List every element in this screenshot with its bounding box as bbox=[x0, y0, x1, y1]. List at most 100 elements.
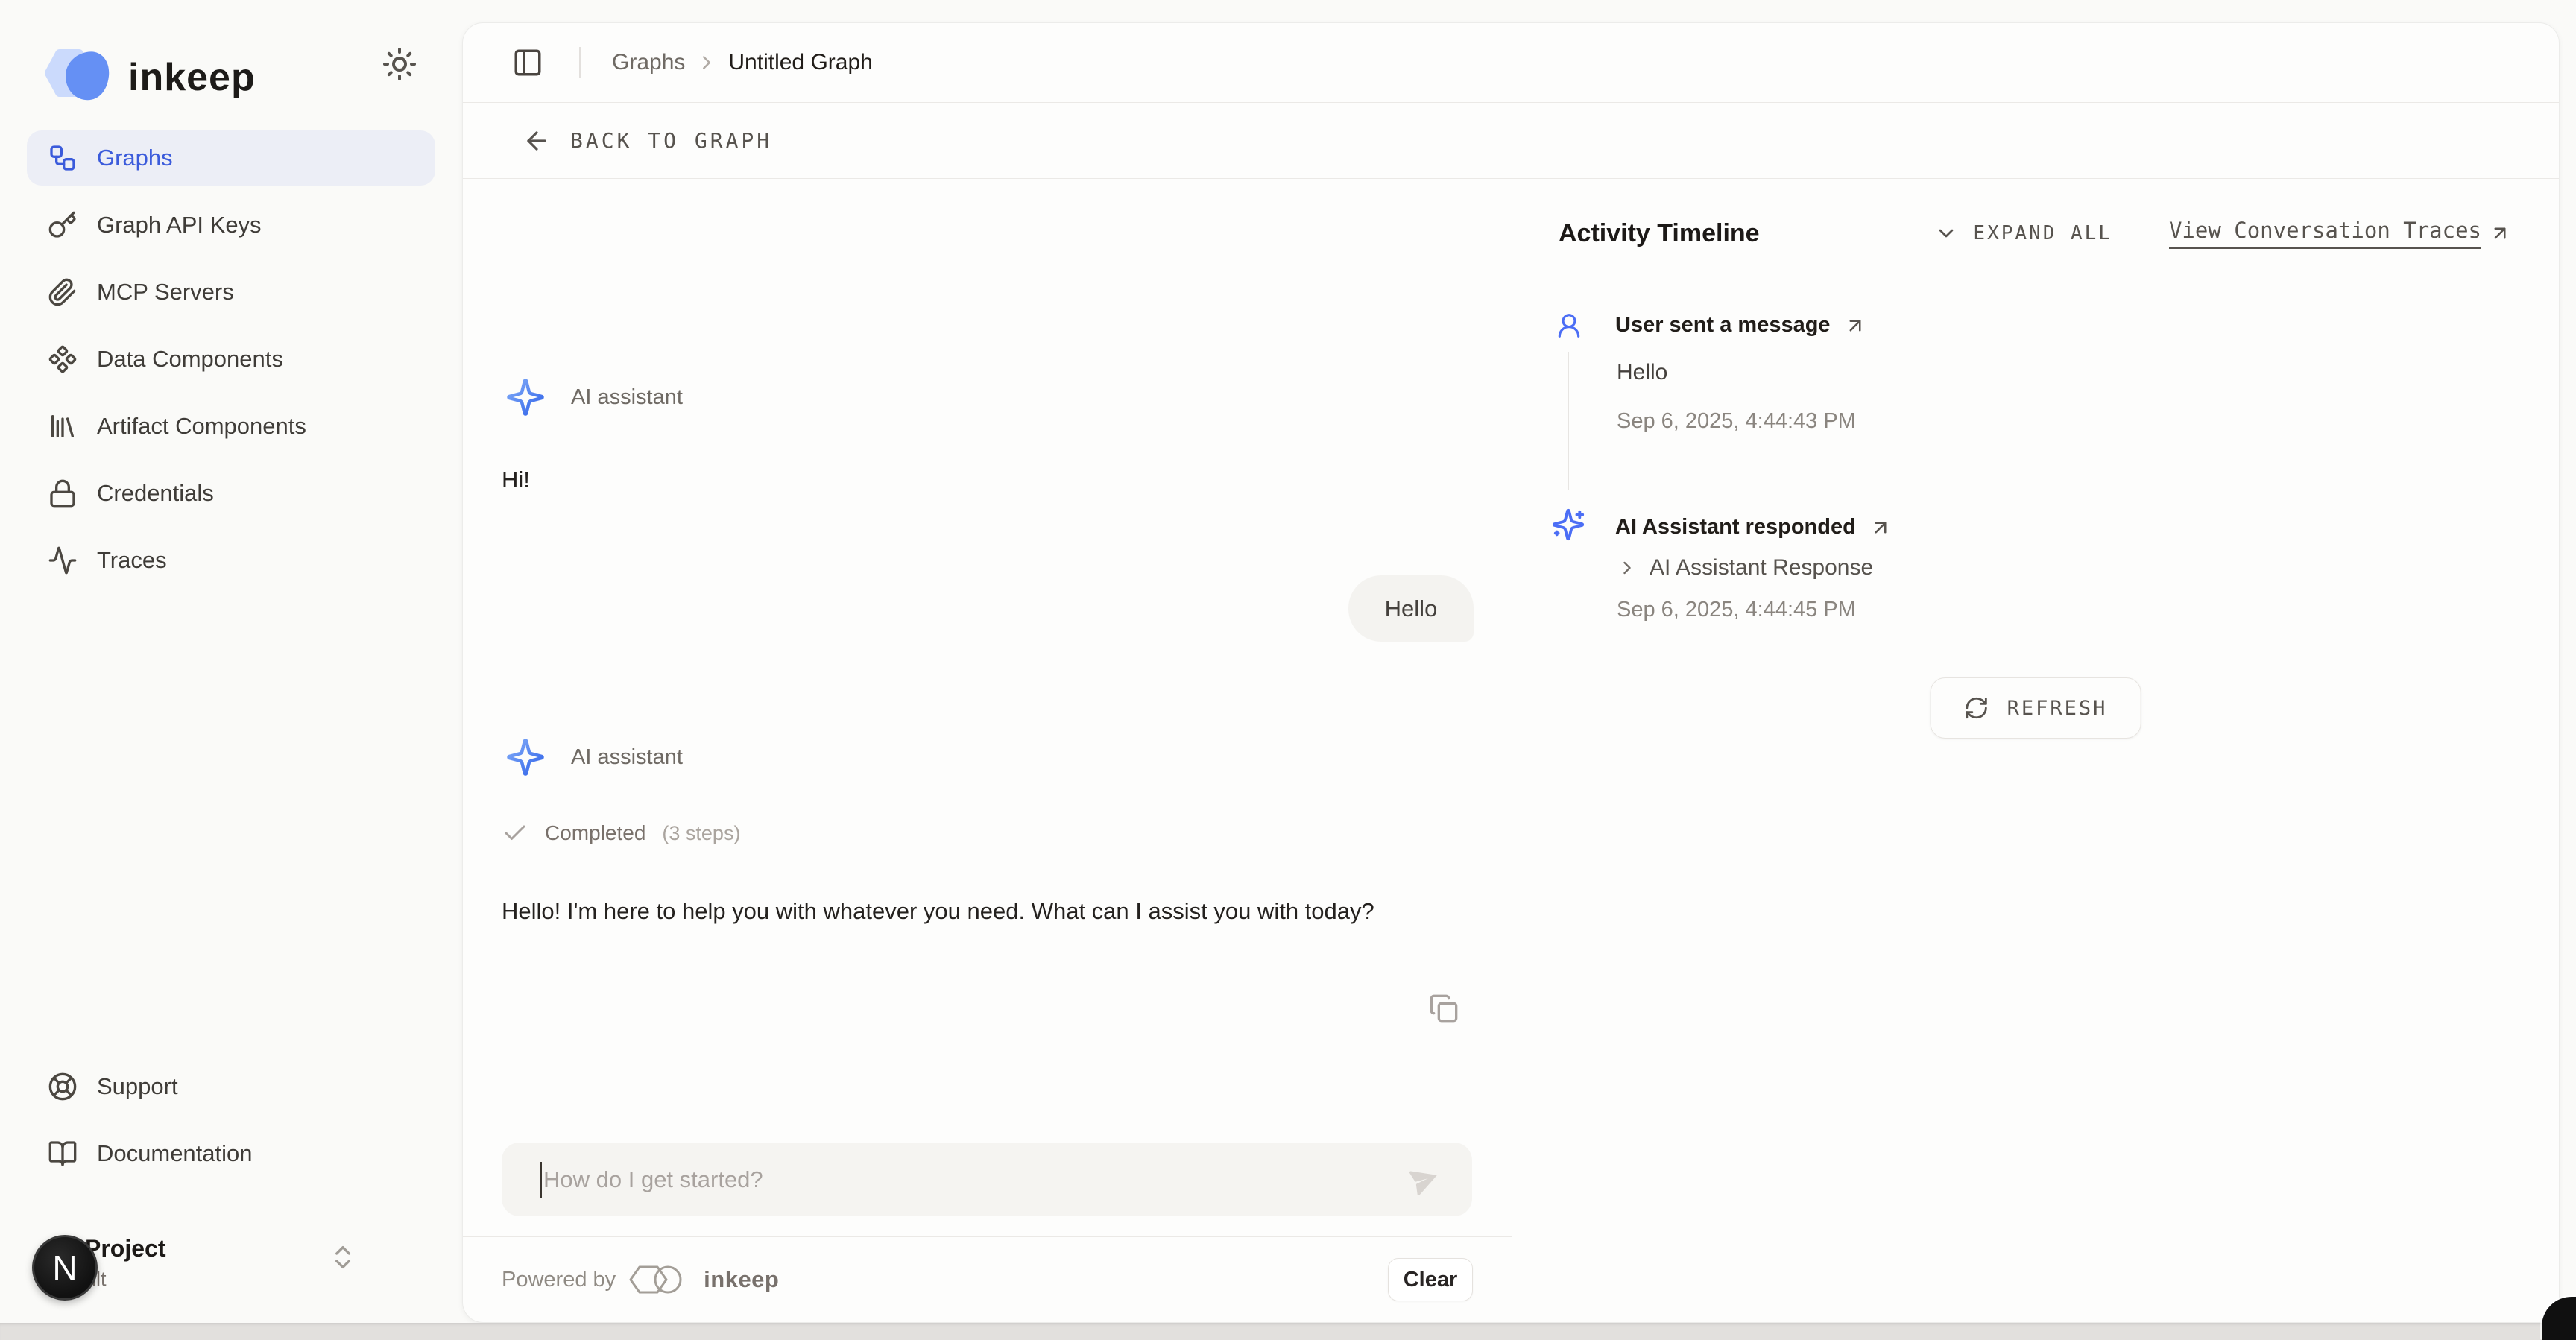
chat-panel: AI assistant Hi! Hello AI assistant Comp… bbox=[463, 179, 1512, 1322]
refresh-button[interactable]: REFRESH bbox=[1931, 677, 2141, 739]
powered-by-link[interactable]: Powered by inkeep bbox=[502, 1262, 779, 1298]
theme-toggle-sun-icon[interactable] bbox=[382, 46, 417, 82]
life-buoy-icon bbox=[48, 1072, 78, 1102]
activity-timeline-panel: Activity Timeline EXPAND ALL View Conver… bbox=[1512, 179, 2559, 1322]
component-icon bbox=[48, 344, 78, 374]
timeline-event-1-title-row[interactable]: User sent a message bbox=[1615, 313, 1866, 338]
timeline-connector bbox=[1568, 352, 1569, 490]
topbar-divider bbox=[579, 47, 581, 78]
chat-message-input[interactable] bbox=[502, 1166, 1407, 1193]
app-root: inkeep Graphs Graph API Keys bbox=[0, 0, 2576, 1340]
sidebar-item-label: Support bbox=[97, 1073, 178, 1100]
sidebar-footer-nav: Support Documentation bbox=[27, 1059, 435, 1193]
timeline-event-title: AI Assistant responded bbox=[1615, 515, 1856, 540]
brand-logo[interactable]: inkeep bbox=[37, 43, 256, 112]
timeline-title: Activity Timeline bbox=[1559, 219, 1760, 248]
clear-button[interactable]: Clear bbox=[1388, 1258, 1473, 1301]
brand-name: inkeep bbox=[128, 55, 256, 100]
library-icon bbox=[48, 411, 78, 441]
key-icon bbox=[48, 210, 78, 240]
paperclip-icon bbox=[48, 277, 78, 307]
user-message-bubble: Hello bbox=[1348, 575, 1474, 642]
sidebar-item-artifact-components[interactable]: Artifact Components bbox=[27, 399, 435, 454]
nextjs-badge-letter: N bbox=[52, 1248, 77, 1288]
ai-response-expander[interactable]: AI Assistant Response bbox=[1617, 555, 1873, 581]
view-conversation-traces-link[interactable]: View Conversation Traces bbox=[2169, 218, 2511, 249]
sidebar-item-label: Graph API Keys bbox=[97, 212, 262, 238]
workflow-icon bbox=[48, 143, 78, 173]
timeline-event-title: User sent a message bbox=[1615, 313, 1831, 338]
timeline-event-timestamp: Sep 6, 2025, 4:44:43 PM bbox=[1617, 409, 1856, 434]
page-bottom-strip bbox=[0, 1323, 2576, 1340]
arrow-up-right-icon bbox=[1869, 516, 1892, 539]
assistant-message-greeting: Hi! bbox=[502, 461, 530, 499]
sidebar-item-label: Traces bbox=[97, 547, 167, 574]
sidebar-item-graphs[interactable]: Graphs bbox=[27, 130, 435, 186]
assistant-header-2: AI assistant bbox=[505, 737, 683, 777]
copy-icon[interactable] bbox=[1429, 993, 1459, 1023]
activity-icon bbox=[48, 546, 78, 575]
assistant-name-label: AI assistant bbox=[571, 745, 683, 770]
view-traces-label: View Conversation Traces bbox=[2169, 218, 2481, 249]
timeline-event-2-title-row[interactable]: AI Assistant responded bbox=[1615, 515, 1892, 540]
sidebar-item-label: Documentation bbox=[97, 1140, 253, 1167]
top-bar: Graphs Untitled Graph bbox=[463, 23, 2559, 103]
sidebar-item-label: Artifact Components bbox=[97, 413, 306, 440]
timeline-event-body: Hello bbox=[1617, 360, 1667, 385]
inkeep-outline-logo-icon bbox=[628, 1262, 692, 1298]
user-icon bbox=[1555, 312, 1583, 340]
chevron-right-icon bbox=[695, 51, 718, 74]
back-to-graph-button[interactable]: BACK TO GRAPH bbox=[463, 103, 2559, 179]
send-icon[interactable] bbox=[1401, 1157, 1448, 1203]
arrow-left-icon bbox=[523, 127, 551, 155]
expand-all-button[interactable]: EXPAND ALL bbox=[1973, 222, 2112, 244]
main-panel: Graphs Untitled Graph BACK TO GRAPH AI a… bbox=[462, 22, 2560, 1323]
nextjs-dev-badge[interactable]: N bbox=[32, 1235, 98, 1301]
timeline-header: Activity Timeline EXPAND ALL View Conver… bbox=[1559, 218, 2511, 249]
sparkles-icon bbox=[505, 737, 546, 777]
refresh-label: REFRESH bbox=[2007, 697, 2108, 720]
completion-status[interactable]: Completed (3 steps) bbox=[502, 820, 740, 847]
assistant-header-1: AI assistant bbox=[505, 377, 683, 417]
lock-icon bbox=[48, 478, 78, 508]
sidebar: inkeep Graphs Graph API Keys bbox=[0, 0, 462, 1340]
sidebar-item-traces[interactable]: Traces bbox=[27, 533, 435, 588]
assistant-message-response: Hello! I'm here to help you with whateve… bbox=[502, 892, 1374, 931]
sidebar-item-label: Credentials bbox=[97, 480, 214, 507]
breadcrumb-graphs[interactable]: Graphs bbox=[612, 50, 685, 75]
arrow-up-right-icon bbox=[2489, 222, 2511, 244]
sidebar-item-label: MCP Servers bbox=[97, 279, 234, 306]
sidebar-item-graph-api-keys[interactable]: Graph API Keys bbox=[27, 197, 435, 253]
chat-input-container bbox=[502, 1143, 1472, 1216]
ai-response-label: AI Assistant Response bbox=[1650, 555, 1873, 581]
sidebar-item-credentials[interactable]: Credentials bbox=[27, 466, 435, 521]
sidebar-item-label: Graphs bbox=[97, 145, 173, 171]
text-caret bbox=[540, 1162, 542, 1198]
powered-by-brand: inkeep bbox=[704, 1266, 779, 1293]
check-icon bbox=[502, 820, 528, 847]
refresh-icon bbox=[1964, 695, 1989, 721]
chevron-right-icon bbox=[1617, 557, 1638, 578]
assistant-name-label: AI assistant bbox=[571, 385, 683, 410]
back-to-graph-label: BACK TO GRAPH bbox=[570, 128, 772, 153]
arrow-up-right-icon bbox=[1844, 315, 1866, 337]
status-label: Completed bbox=[545, 821, 645, 845]
inkeep-logo-icon bbox=[37, 43, 118, 112]
chevrons-up-down-icon bbox=[328, 1242, 358, 1272]
sidebar-toggle-icon[interactable] bbox=[512, 47, 543, 78]
chat-footer: Powered by inkeep Clear bbox=[463, 1236, 1512, 1322]
status-steps-count: (3 steps) bbox=[662, 822, 740, 845]
sidebar-item-documentation[interactable]: Documentation bbox=[27, 1126, 435, 1181]
timeline-event-timestamp: Sep 6, 2025, 4:44:45 PM bbox=[1617, 598, 1856, 622]
chevron-down-icon[interactable] bbox=[1934, 221, 1958, 245]
powered-by-text: Powered by bbox=[502, 1268, 616, 1292]
timeline-controls: EXPAND ALL View Conversation Traces bbox=[1934, 218, 2511, 249]
sparkles-icon bbox=[1551, 508, 1585, 542]
book-open-icon bbox=[48, 1139, 78, 1169]
sidebar-item-label: Data Components bbox=[97, 346, 283, 373]
sidebar-item-support[interactable]: Support bbox=[27, 1059, 435, 1114]
sidebar-item-data-components[interactable]: Data Components bbox=[27, 332, 435, 387]
breadcrumb-current-page: Untitled Graph bbox=[728, 50, 872, 75]
sidebar-nav: Graphs Graph API Keys MCP Servers Data C… bbox=[27, 130, 435, 600]
sidebar-item-mcp-servers[interactable]: MCP Servers bbox=[27, 265, 435, 320]
